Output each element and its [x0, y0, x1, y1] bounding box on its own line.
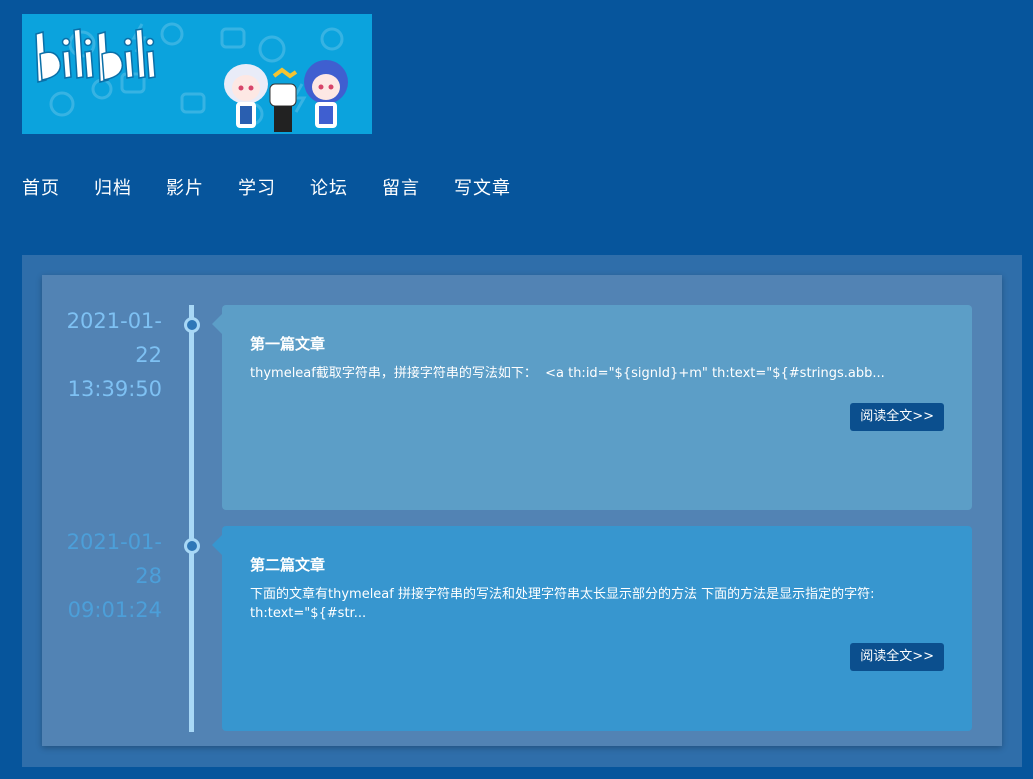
nav-item-write-article[interactable]: 写文章 [454, 174, 511, 200]
read-more-button[interactable]: 阅读全文>> [850, 403, 944, 431]
nav-item-home[interactable]: 首页 [22, 174, 60, 200]
post-date-line: 28 [135, 564, 162, 588]
post-excerpt: 下面的文章有thymeleaf 拼接字符串的写法和处理字符串太长显示部分的方法 … [250, 587, 875, 621]
nav-item-archive[interactable]: 归档 [94, 174, 132, 200]
post-card[interactable]: 第二篇文章 下面的文章有thymeleaf 拼接字符串的写法和处理字符串太长显示… [212, 526, 972, 731]
post-date-line: 22 [135, 343, 162, 367]
mascot-characters-icon [224, 60, 348, 132]
site-banner[interactable] [22, 14, 372, 134]
post-card[interactable]: 第一篇文章 thymeleaf截取字符串，拼接字符串的写法如下： <a th:i… [212, 305, 972, 510]
post-date-line: 2021-01- [66, 309, 162, 333]
nav-item-study[interactable]: 学习 [238, 174, 276, 200]
read-more-button[interactable]: 阅读全文>> [850, 643, 944, 671]
nav-item-movies[interactable]: 影片 [166, 174, 204, 200]
nav-item-guestbook[interactable]: 留言 [382, 174, 420, 200]
post-excerpt: thymeleaf截取字符串，拼接字符串的写法如下： <a th:id="${s… [250, 366, 885, 381]
main-nav: 首页 归档 影片 学习 论坛 留言 写文章 [22, 172, 545, 202]
post-title[interactable]: 第一篇文章 [250, 333, 325, 354]
timeline-dot-icon [184, 317, 200, 333]
post-title[interactable]: 第二篇文章 [250, 554, 325, 575]
post-date: 2021-01- 22 13:39:50 [46, 304, 162, 406]
post-time-line: 13:39:50 [67, 377, 162, 401]
timeline-dot-icon [184, 538, 200, 554]
bilibili-logo-icon [35, 28, 156, 83]
post-date-line: 2021-01- [66, 530, 162, 554]
post-time-line: 09:01:24 [67, 598, 162, 622]
nav-item-forum[interactable]: 论坛 [310, 174, 348, 200]
post-date: 2021-01- 28 09:01:24 [46, 525, 162, 627]
timeline-line [189, 305, 194, 732]
